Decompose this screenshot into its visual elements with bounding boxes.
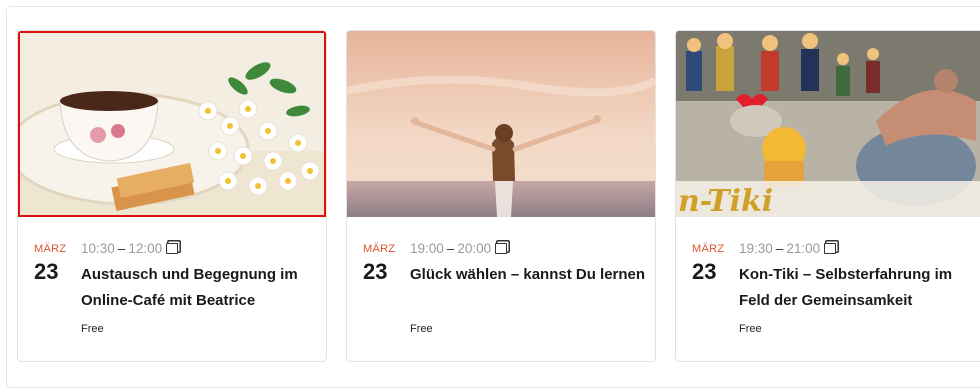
event-image-woman-sea[interactable] xyxy=(347,31,655,217)
event-card[interactable]: n-Tiki MÄRZ 23 19:30–21:00 Kon-Tiki – Se… xyxy=(675,30,980,362)
event-day: 23 xyxy=(692,259,717,284)
event-time: 19:30–21:00 xyxy=(739,241,837,256)
event-month: MÄRZ xyxy=(363,243,396,255)
event-image-coffee-flowers[interactable] xyxy=(18,31,326,217)
event-time-end: 20:00 xyxy=(457,241,492,256)
event-price: Free xyxy=(739,323,762,335)
calendar-icon xyxy=(166,243,179,254)
event-time-end: 12:00 xyxy=(128,241,163,256)
event-month: MÄRZ xyxy=(34,243,67,255)
event-card[interactable]: MÄRZ 23 10:30–12:00 Austausch und Begegn… xyxy=(17,30,327,362)
event-card[interactable]: MÄRZ 23 19:00–20:00 Glück wählen – kanns… xyxy=(346,30,656,362)
calendar-icon xyxy=(824,243,837,254)
event-title[interactable]: Austausch und Begegnung im Online-Café m… xyxy=(81,262,317,314)
event-time: 19:00–20:00 xyxy=(410,241,508,256)
event-title[interactable]: Glück wählen – kannst Du lernen xyxy=(410,262,646,288)
calendar-icon xyxy=(495,243,508,254)
kon-tiki-image-text: n-Tiki xyxy=(678,184,773,217)
event-time-start: 10:30 xyxy=(81,241,115,256)
event-title[interactable]: Kon-Tiki – Selbsterfahrung im Feld der G… xyxy=(739,262,975,314)
event-time-start: 19:30 xyxy=(739,241,773,256)
event-day: 23 xyxy=(363,259,388,284)
event-day: 23 xyxy=(34,259,59,284)
event-month: MÄRZ xyxy=(692,243,725,255)
event-time-end: 21:00 xyxy=(786,241,821,256)
event-price: Free xyxy=(410,323,433,335)
event-time-start: 19:00 xyxy=(410,241,444,256)
event-image-kon-tiki[interactable]: n-Tiki xyxy=(676,31,980,217)
event-time: 10:30–12:00 xyxy=(81,241,179,256)
event-price: Free xyxy=(81,323,104,335)
